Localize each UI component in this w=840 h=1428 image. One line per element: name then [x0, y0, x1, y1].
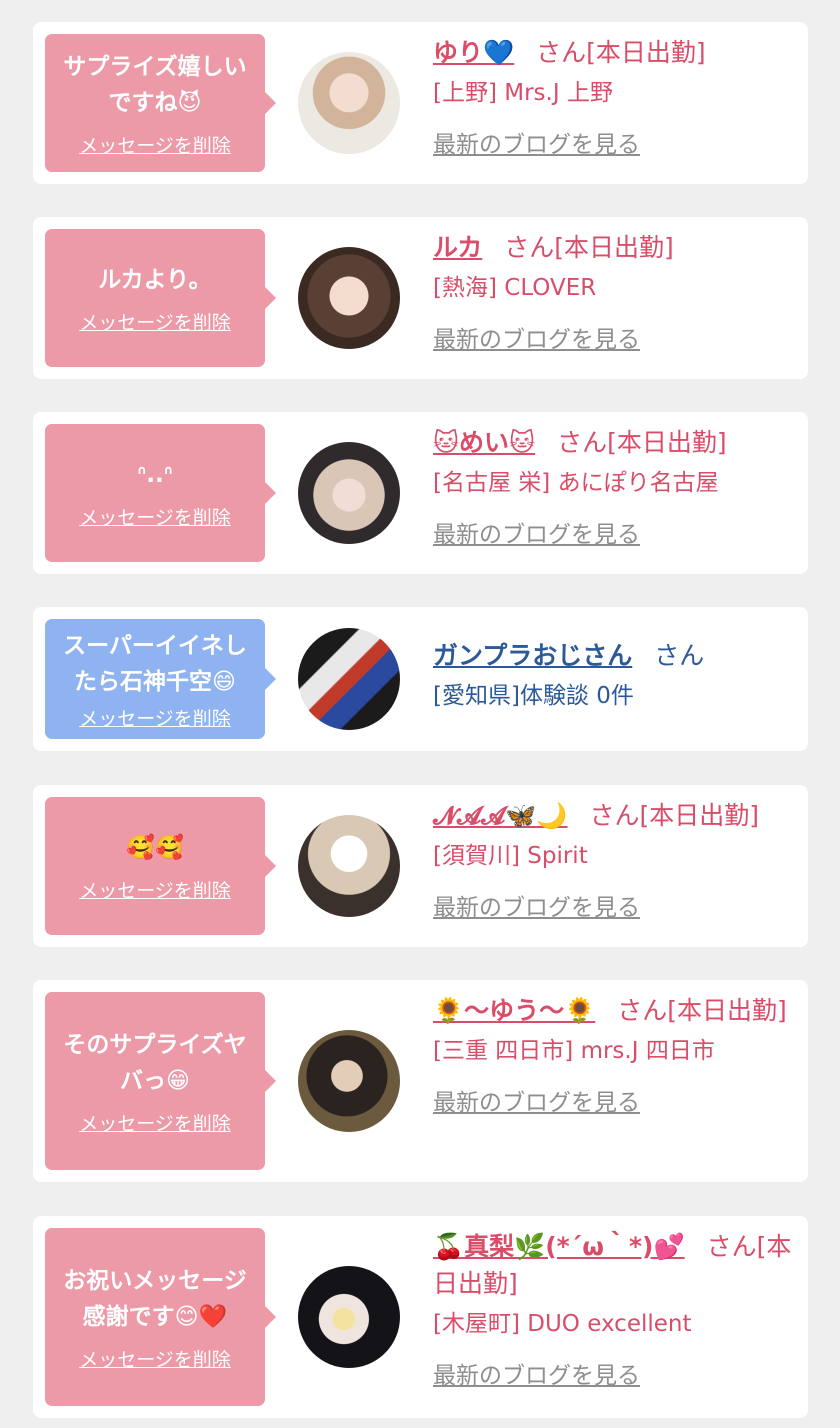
delete-message-button[interactable]: メッセージを削除 [79, 704, 231, 731]
latest-blog-link[interactable]: 最新のブログを見る [433, 888, 640, 922]
message-text: スーパーイイネし たら石神千空😄 [63, 628, 247, 700]
message-card: そのサプライズヤ バっ😁 メッセージを削除 🌻〜ゆう〜🌻 さん[本日出勤] [三重… [33, 980, 808, 1182]
shop-info: [上野] Mrs.J 上野 [433, 80, 613, 106]
avatar[interactable] [298, 1266, 400, 1368]
delete-message-button[interactable]: メッセージを削除 [79, 1345, 231, 1372]
avatar[interactable] [298, 442, 400, 544]
message-bubble: ᐢ..ᐢ メッセージを削除 [45, 424, 276, 562]
emoji-icon: 😁 [166, 1067, 190, 1094]
message-card: お祝いメッセージ 感謝です😊❤️ メッセージを削除 🍒真梨🌿(*´ω｀*)💕 さん… [33, 1216, 808, 1418]
cast-status: さん[本日出勤] [589, 801, 760, 830]
delete-message-button[interactable]: メッセージを削除 [79, 131, 231, 158]
delete-message-button[interactable]: メッセージを削除 [79, 1109, 231, 1136]
message-text: ルカより。 [98, 266, 212, 293]
delete-message-button[interactable]: メッセージを削除 [79, 308, 231, 335]
cast-name-link[interactable]: 𝓝𝓐𝓐🦋🌙 [433, 801, 568, 830]
delete-message-button[interactable]: メッセージを削除 [79, 876, 231, 903]
avatar[interactable] [298, 247, 400, 349]
cast-status: さん[本日出勤] [557, 428, 727, 457]
latest-blog-link[interactable]: 最新のブログを見る [433, 125, 640, 159]
message-bubble: お祝いメッセージ 感謝です😊❤️ メッセージを削除 [45, 1228, 276, 1406]
avatar[interactable] [298, 1030, 400, 1132]
message-list: サプライズ嬉しい ですね😈 メッセージを削除 ゆり💙 さん[本日出勤] [上野] … [0, 0, 840, 1428]
message-card: ᐢ..ᐢ メッセージを削除 🐱めい🐱 さん[本日出勤] [名古屋 栄] あにぽり名… [33, 412, 808, 574]
avatar[interactable] [298, 815, 400, 917]
cast-status: さん[本日出勤] [536, 38, 706, 67]
cast-name-link[interactable]: 🌻〜ゆう〜🌻 [433, 996, 595, 1025]
shop-info: [須賀川] Spirit [433, 843, 588, 869]
message-text: サプライズ嬉しい ですね😈 [63, 49, 246, 121]
message-bubble: そのサプライズヤ バっ😁 メッセージを削除 [45, 992, 276, 1170]
latest-blog-link[interactable]: 最新のブログを見る [433, 320, 640, 354]
cast-name-link[interactable]: 🐱めい🐱 [433, 428, 535, 457]
avatar[interactable] [298, 628, 400, 730]
message-bubble: ルカより。 メッセージを削除 [45, 229, 276, 367]
review-info: [愛知県]体験談 0件 [433, 683, 634, 709]
message-bubble: スーパーイイネし たら石神千空😄 メッセージを削除 [45, 619, 276, 739]
emoji-icon: 😄 [212, 668, 236, 695]
latest-blog-link[interactable]: 最新のブログを見る [433, 1356, 640, 1390]
message-card: スーパーイイネし たら石神千空😄 メッセージを削除 ガンプラおじさん さん [愛知… [33, 607, 808, 751]
emoji-icon: 😈 [177, 89, 202, 116]
message-text: お祝いメッセージ 感謝です😊❤️ [63, 1263, 247, 1335]
cast-name-link[interactable]: ルカ [433, 233, 482, 262]
message-card: サプライズ嬉しい ですね😈 メッセージを削除 ゆり💙 さん[本日出勤] [上野] … [33, 22, 808, 184]
cast-name-link[interactable]: 🍒真梨🌿(*´ω｀*)💕 [433, 1232, 685, 1261]
message-text: そのサプライズヤ バっ😁 [63, 1027, 246, 1099]
message-text: ᐢ..ᐢ [137, 461, 173, 488]
message-text: 🥰🥰 [126, 834, 184, 861]
delete-message-button[interactable]: メッセージを削除 [79, 503, 231, 530]
message-bubble: サプライズ嬉しい ですね😈 メッセージを削除 [45, 34, 276, 172]
latest-blog-link[interactable]: 最新のブログを見る [433, 515, 640, 549]
shop-info: [木屋町] DUO excellent [433, 1311, 692, 1337]
message-card: 🥰🥰 メッセージを削除 𝓝𝓐𝓐🦋🌙 さん[本日出勤] [須賀川] Spirit 最… [33, 785, 808, 947]
latest-blog-link[interactable]: 最新のブログを見る [433, 1083, 640, 1117]
message-bubble: 🥰🥰 メッセージを削除 [45, 797, 276, 935]
user-honorific: さん [654, 641, 705, 670]
cast-status: さん[本日出勤] [504, 233, 674, 262]
emoji-icon: 😊❤️ [174, 1303, 228, 1330]
cast-name-link[interactable]: ゆり💙 [433, 38, 514, 67]
cast-status: さん[本日出勤] [617, 996, 787, 1025]
shop-info: [名古屋 栄] あにぽり名古屋 [433, 470, 719, 496]
message-card: ルカより。 メッセージを削除 ルカ さん[本日出勤] [熱海] CLOVER 最新… [33, 217, 808, 379]
shop-info: [熱海] CLOVER [433, 275, 597, 301]
shop-info: [三重 四日市] mrs.J 四日市 [433, 1038, 715, 1064]
avatar[interactable] [298, 52, 400, 154]
user-name-link[interactable]: ガンプラおじさん [433, 641, 632, 670]
